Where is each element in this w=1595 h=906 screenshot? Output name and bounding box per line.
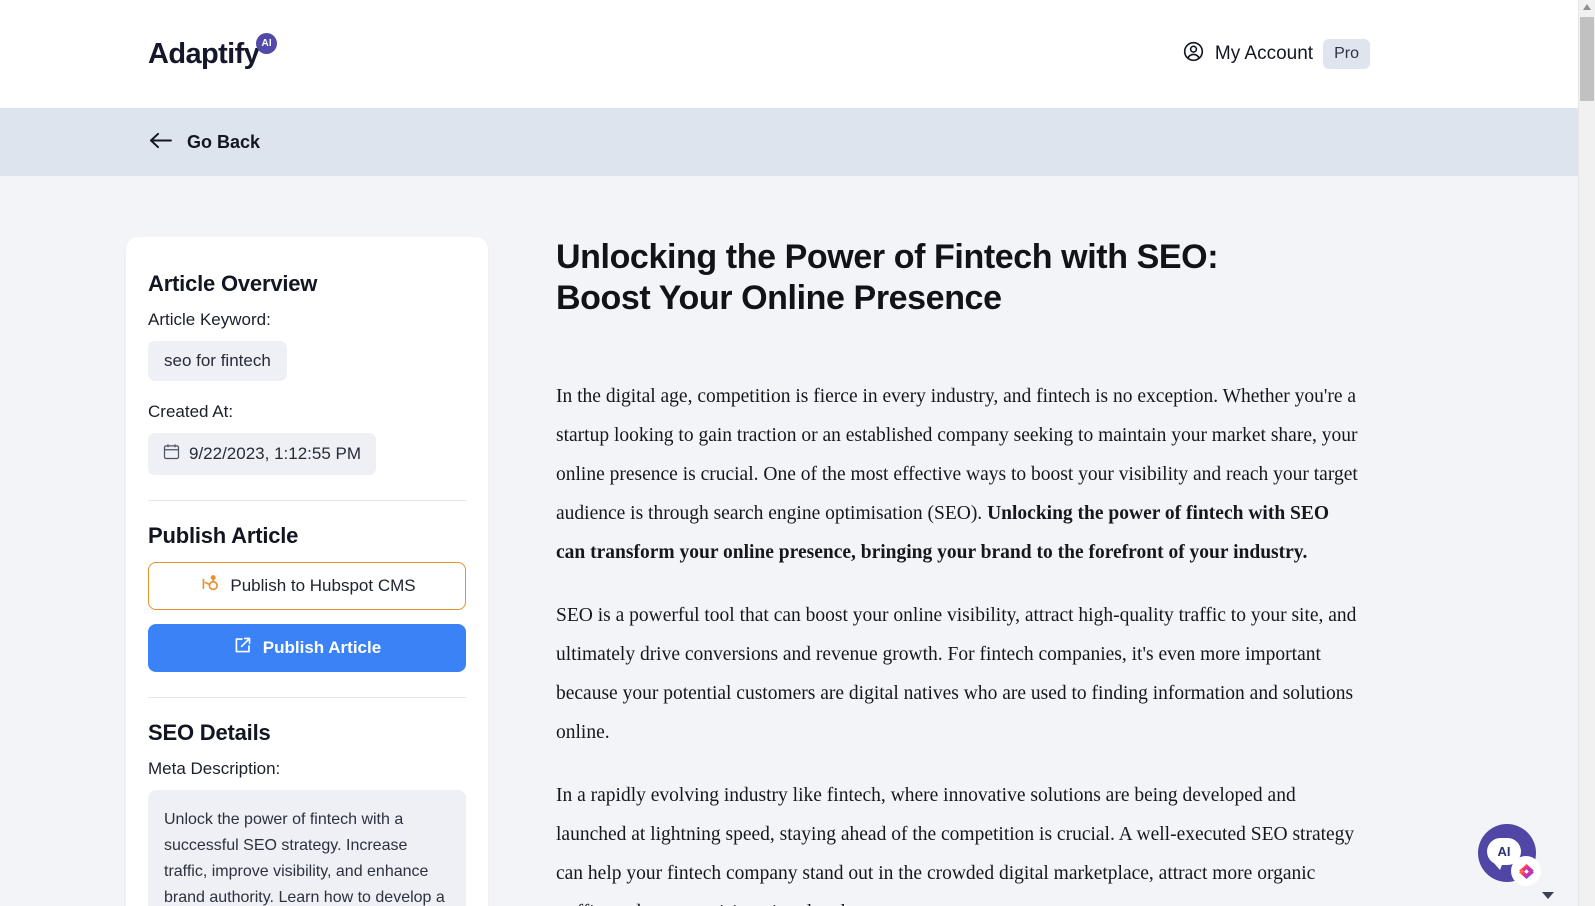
created-at-label: Created At: (148, 402, 234, 421)
article-paragraph-1: In the digital age, competition is fierc… (556, 377, 1358, 572)
brand-spark-icon (1511, 856, 1541, 886)
page-scrollbar[interactable] (1578, 0, 1595, 906)
logo-ai-badge: AI (256, 32, 278, 54)
go-back-button[interactable]: Go Back (148, 131, 260, 153)
publish-to-hubspot-button[interactable]: Publish to Hubspot CMS (148, 562, 466, 610)
ai-chat-widget-button[interactable]: AI (1478, 824, 1541, 886)
sidebar-divider-2 (148, 697, 466, 698)
created-at-text: 9/22/2023, 1:12:55 PM (189, 444, 362, 463)
seo-details-heading: SEO Details (148, 720, 271, 745)
created-at-value-chip: 9/22/2023, 1:12:55 PM (148, 433, 377, 475)
logo-text: Adaptify (148, 37, 260, 70)
external-link-icon (233, 636, 252, 660)
user-circle-icon (1182, 40, 1205, 68)
go-back-bar: Go Back (0, 108, 1578, 176)
calendar-icon (163, 443, 180, 465)
article-keyword-value: seo for fintech (148, 341, 287, 381)
article-overview-heading: Article Overview (148, 271, 318, 296)
publish-article-heading: Publish Article (148, 523, 299, 548)
collapse-caret-icon[interactable] (1542, 892, 1554, 899)
article-body: Unlocking the Power of Fintech with SEO:… (488, 237, 1548, 906)
main-content: Article Overview Article Keyword: seo fo… (0, 176, 1578, 906)
publish-to-hubspot-label: Publish to Hubspot CMS (230, 576, 416, 595)
meta-description-value: Unlock the power of fintech with a succe… (148, 790, 466, 906)
account-menu[interactable]: My Account Pro (1182, 39, 1538, 69)
account-label: My Account (1214, 43, 1314, 64)
article-paragraph-2: SEO is a powerful tool that can boost yo… (556, 604, 1357, 743)
page-viewport: Adaptify AI My Account Pro Go Back Artic… (0, 0, 1578, 906)
go-back-label: Go Back (187, 131, 261, 152)
meta-description-label: Meta Description: (148, 759, 281, 778)
article-paragraph-3: In a rapidly evolving industry like fint… (556, 784, 1355, 906)
article-title: Unlocking the Power of Fintech with SEO:… (556, 238, 1219, 317)
publish-article-button[interactable]: Publish Article (148, 624, 466, 672)
app-logo[interactable]: Adaptify AI (148, 32, 278, 70)
publish-article-label: Publish Article (262, 638, 382, 657)
arrow-left-icon (148, 131, 173, 153)
plan-badge: Pro (1323, 39, 1370, 69)
article-sidebar-card: Article Overview Article Keyword: seo fo… (126, 237, 488, 906)
sidebar-divider-1 (148, 500, 466, 501)
scrollbar-thumb[interactable] (1580, 17, 1594, 101)
article-keyword-label: Article Keyword: (148, 310, 271, 329)
scroll-up-arrow-icon[interactable] (1583, 4, 1591, 10)
hubspot-sprocket-icon (198, 573, 219, 599)
app-header: Adaptify AI My Account Pro (0, 0, 1578, 108)
